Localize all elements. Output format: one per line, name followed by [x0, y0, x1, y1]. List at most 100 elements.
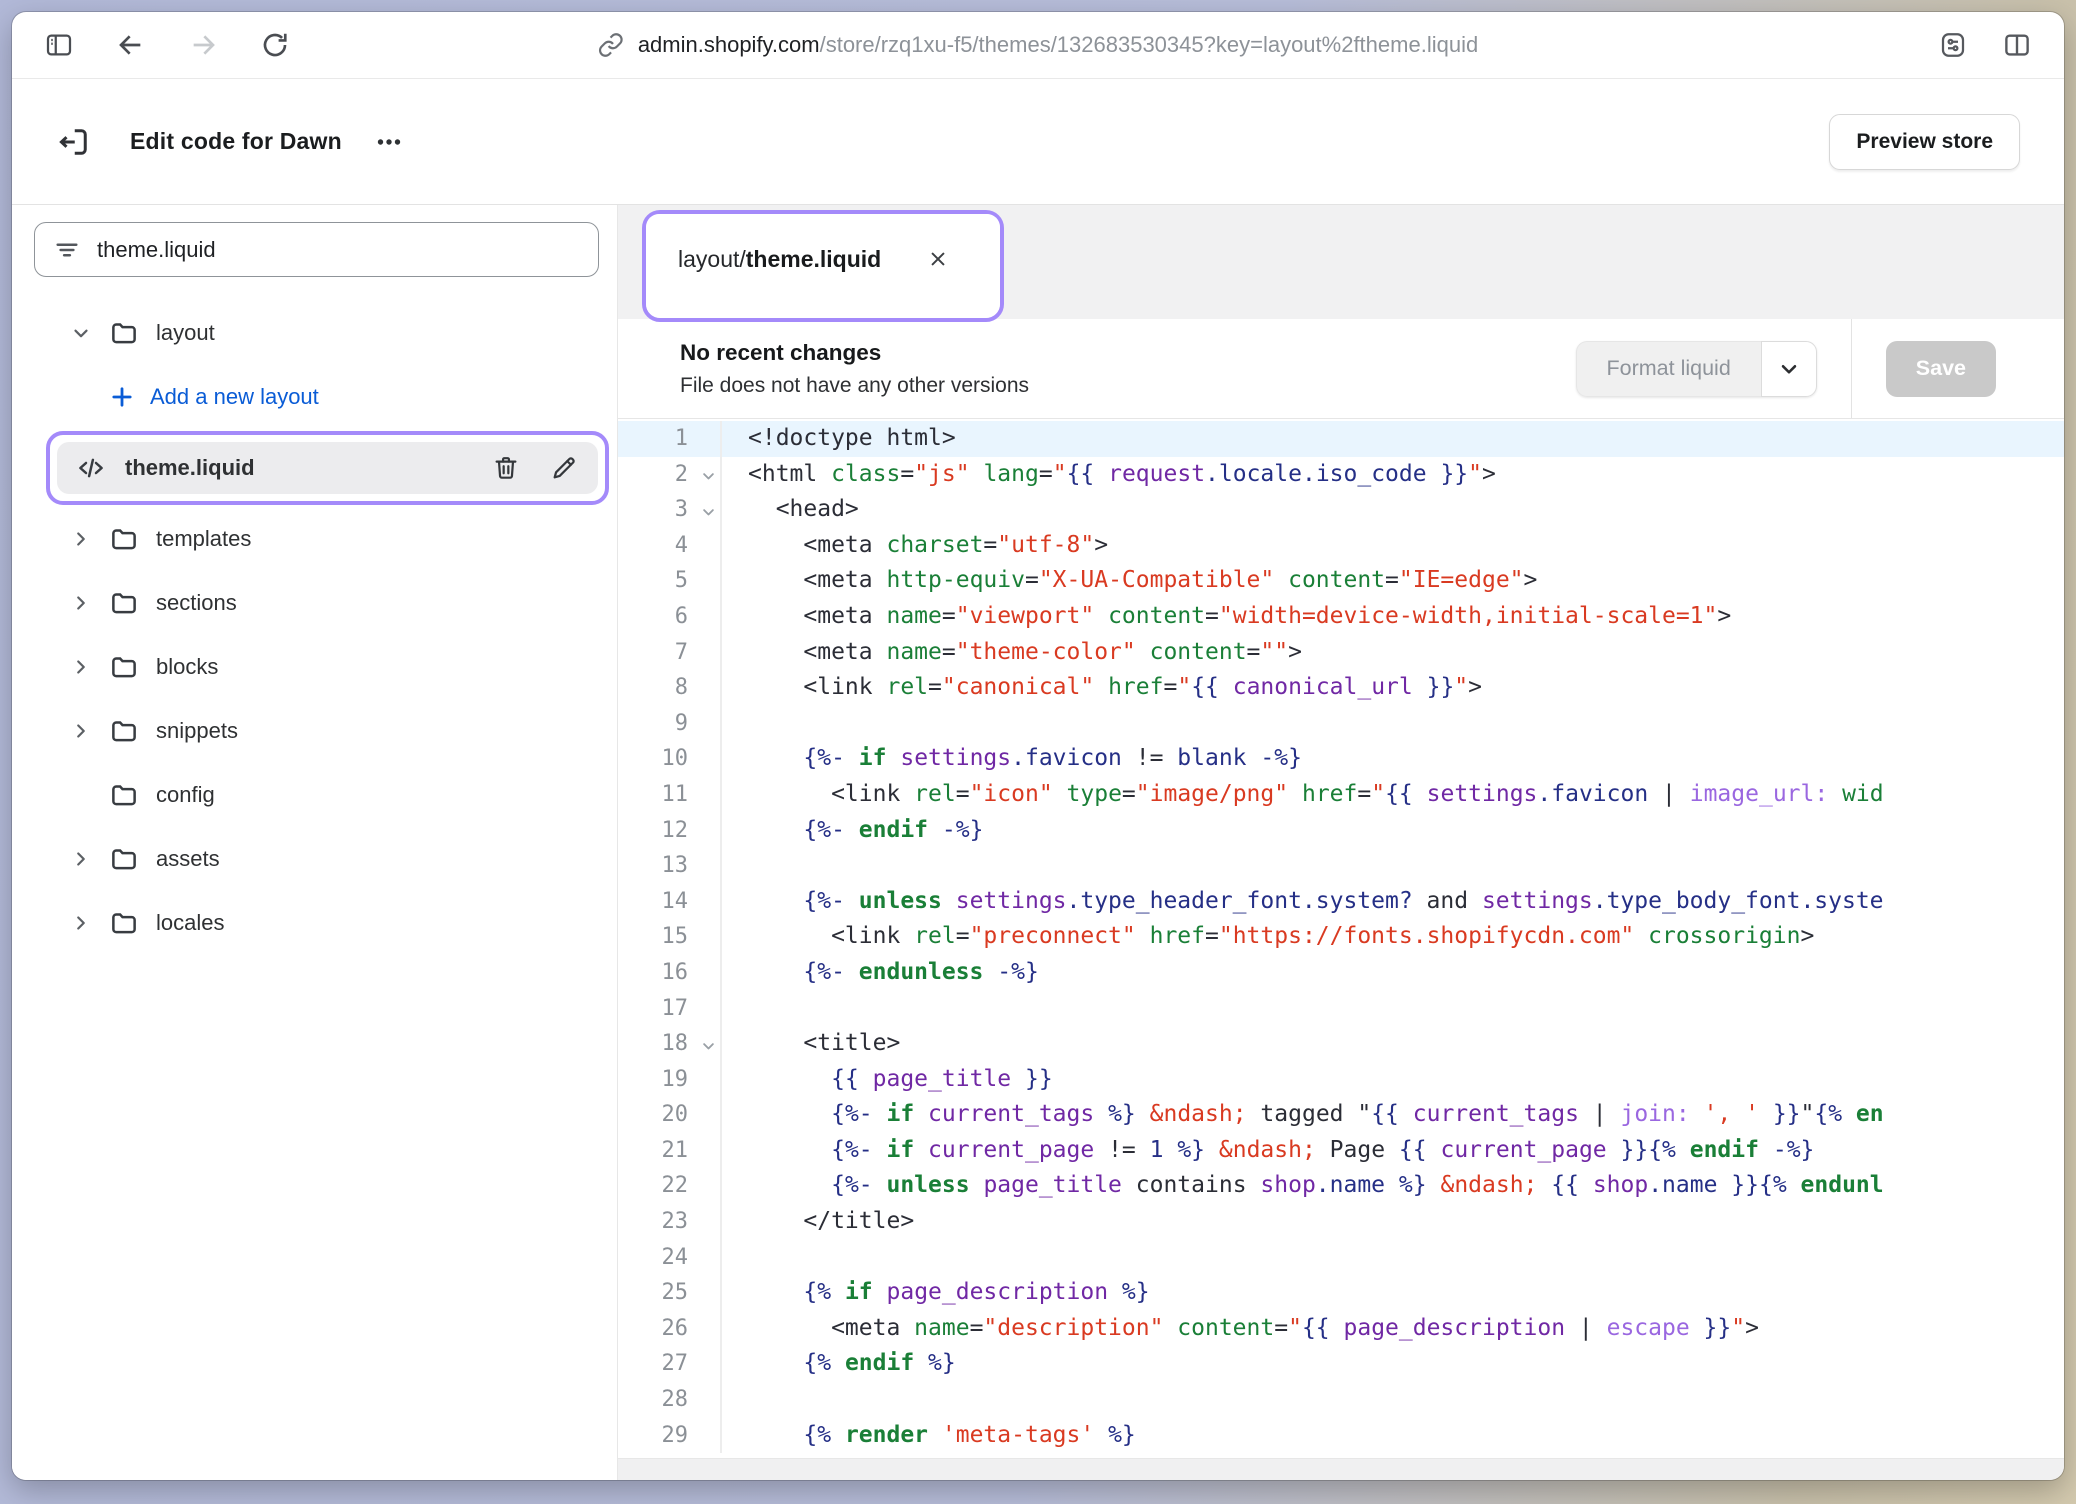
line-number: 17 [618, 991, 722, 1027]
sidebar-item-theme-liquid[interactable]: theme.liquid [57, 442, 598, 494]
file-search[interactable] [34, 222, 599, 277]
code-text: <!doctype html> [722, 421, 956, 457]
tab-theme-liquid[interactable]: layout/theme.liquid [646, 214, 1000, 318]
version-subtitle: File does not have any other versions [680, 374, 1029, 398]
line-number: 12 [618, 813, 722, 849]
tab-highlight-ring: layout/theme.liquid [642, 210, 1004, 322]
plus-icon [108, 383, 136, 411]
fold-icon[interactable] [701, 504, 716, 519]
code-text: <meta name="description" content="{{ pag… [722, 1311, 1759, 1347]
horizontal-scrollbar[interactable] [618, 1458, 2064, 1480]
split-view-icon[interactable] [2000, 28, 2034, 62]
chevron-right-icon[interactable] [68, 592, 94, 614]
code-line: 1<!doctype html> [618, 421, 2064, 457]
trash-icon[interactable] [492, 454, 520, 482]
sidebar-item-blocks[interactable]: blocks [12, 635, 617, 699]
code-text: {% render 'meta-tags' %} [722, 1418, 1136, 1454]
save-button[interactable]: Save [1886, 341, 1996, 397]
chevron-right-icon[interactable] [68, 656, 94, 678]
preview-store-button[interactable]: Preview store [1829, 114, 2020, 170]
code-text: {{ page_title }} [722, 1062, 1053, 1098]
chevron-right-icon[interactable] [68, 848, 94, 870]
format-liquid-button[interactable]: Format liquid [1576, 341, 1761, 397]
chevron-right-icon[interactable] [68, 528, 94, 550]
code-text: {% endif %} [722, 1346, 956, 1382]
search-input[interactable] [97, 237, 580, 263]
link-icon [598, 32, 624, 58]
line-number: 6 [618, 599, 722, 635]
format-options-button[interactable] [1761, 341, 1817, 397]
sidebar-item-snippets[interactable]: snippets [12, 699, 617, 763]
folder-icon [108, 652, 140, 682]
code-text: <html class="js" lang="{{ request.locale… [722, 457, 1496, 493]
line-number: 21 [618, 1133, 722, 1169]
code-text: <title> [722, 1026, 900, 1062]
chevron-right-icon[interactable] [68, 912, 94, 934]
chevron-down-icon[interactable] [68, 322, 94, 344]
line-number: 28 [618, 1382, 722, 1418]
line-number: 19 [618, 1062, 722, 1098]
code-line: 18 <title> [618, 1026, 2064, 1062]
exit-button[interactable] [56, 124, 92, 160]
line-number: 3 [618, 492, 722, 528]
code-text: {%- unless settings.type_header_font.sys… [722, 884, 1884, 920]
code-line: 20 {%- if current_tags %} &ndash; tagged… [618, 1097, 2064, 1133]
browser-window: admin.shopify.com/store/rzq1xu-f5/themes… [12, 12, 2064, 1480]
url-bar[interactable]: admin.shopify.com/store/rzq1xu-f5/themes… [598, 32, 1478, 58]
code-line: 21 {%- if current_page != 1 %} &ndash; P… [618, 1133, 2064, 1169]
version-bar: No recent changes File does not have any… [618, 319, 2064, 419]
folder-icon [108, 524, 140, 554]
sidebar-item-add-layout[interactable]: Add a new layout [12, 365, 617, 429]
browser-toolbar: admin.shopify.com/store/rzq1xu-f5/themes… [12, 12, 2064, 79]
code-text [722, 706, 748, 742]
line-number: 11 [618, 777, 722, 813]
code-line: 12 {%- endif -%} [618, 813, 2064, 849]
sidebar-item-layout[interactable]: layout [12, 301, 617, 365]
code-editor-panel: layout/theme.liquid No recent changes Fi… [618, 205, 2064, 1480]
line-number: 20 [618, 1097, 722, 1133]
forward-icon[interactable] [186, 28, 220, 62]
code-line: 26 <meta name="description" content="{{ … [618, 1311, 2064, 1347]
url-path: /store/rzq1xu-f5/themes/132683530345?key… [820, 32, 1479, 57]
format-liquid-split-button: Format liquid [1576, 341, 1817, 397]
code-text: {%- unless page_title contains shop.name… [722, 1168, 1884, 1204]
code-text [722, 991, 748, 1027]
line-number: 8 [618, 670, 722, 706]
folder-icon [108, 780, 140, 810]
file-label: theme.liquid [125, 455, 255, 481]
code-editor[interactable]: 1<!doctype html>2<html class="js" lang="… [618, 419, 2064, 1458]
reload-icon[interactable] [258, 28, 292, 62]
code-line: 29 {% render 'meta-tags' %} [618, 1418, 2064, 1454]
code-text: <meta charset="utf-8"> [722, 528, 1108, 564]
pencil-icon[interactable] [550, 454, 578, 482]
code-line: 22 {%- unless page_title contains shop.n… [618, 1168, 2064, 1204]
code-line: 4 <meta charset="utf-8"> [618, 528, 2064, 564]
sidebar-item-locales[interactable]: locales [12, 891, 617, 955]
code-line: 27 {% endif %} [618, 1346, 2064, 1382]
back-icon[interactable] [114, 28, 148, 62]
url-domain: admin.shopify.com [638, 32, 820, 57]
folder-label: sections [156, 590, 237, 616]
fold-icon[interactable] [701, 1038, 716, 1053]
line-number: 1 [618, 421, 722, 457]
line-number: 22 [618, 1168, 722, 1204]
sidebar-item-sections[interactable]: sections [12, 571, 617, 635]
chevron-right-icon[interactable] [68, 720, 94, 742]
action-label: Add a new layout [150, 384, 319, 410]
more-button[interactable] [372, 125, 406, 159]
sidebar-item-templates[interactable]: templates [12, 507, 617, 571]
sidebar-toggle-icon[interactable] [42, 28, 76, 62]
version-info: No recent changes File does not have any… [680, 340, 1029, 398]
desktop-background: admin.shopify.com/store/rzq1xu-f5/themes… [0, 0, 2076, 1504]
sidebar-item-assets[interactable]: assets [12, 827, 617, 891]
code-lines: 1<!doctype html>2<html class="js" lang="… [618, 421, 2064, 1453]
page-settings-icon[interactable] [1936, 28, 1970, 62]
line-number: 2 [618, 457, 722, 493]
code-line: 19 {{ page_title }} [618, 1062, 2064, 1098]
close-icon[interactable] [925, 246, 951, 272]
code-icon [75, 453, 107, 483]
tab-label: layout/theme.liquid [678, 246, 881, 273]
sidebar-item-config[interactable]: config [12, 763, 617, 827]
fold-icon[interactable] [701, 469, 716, 484]
filter-icon [53, 236, 81, 264]
